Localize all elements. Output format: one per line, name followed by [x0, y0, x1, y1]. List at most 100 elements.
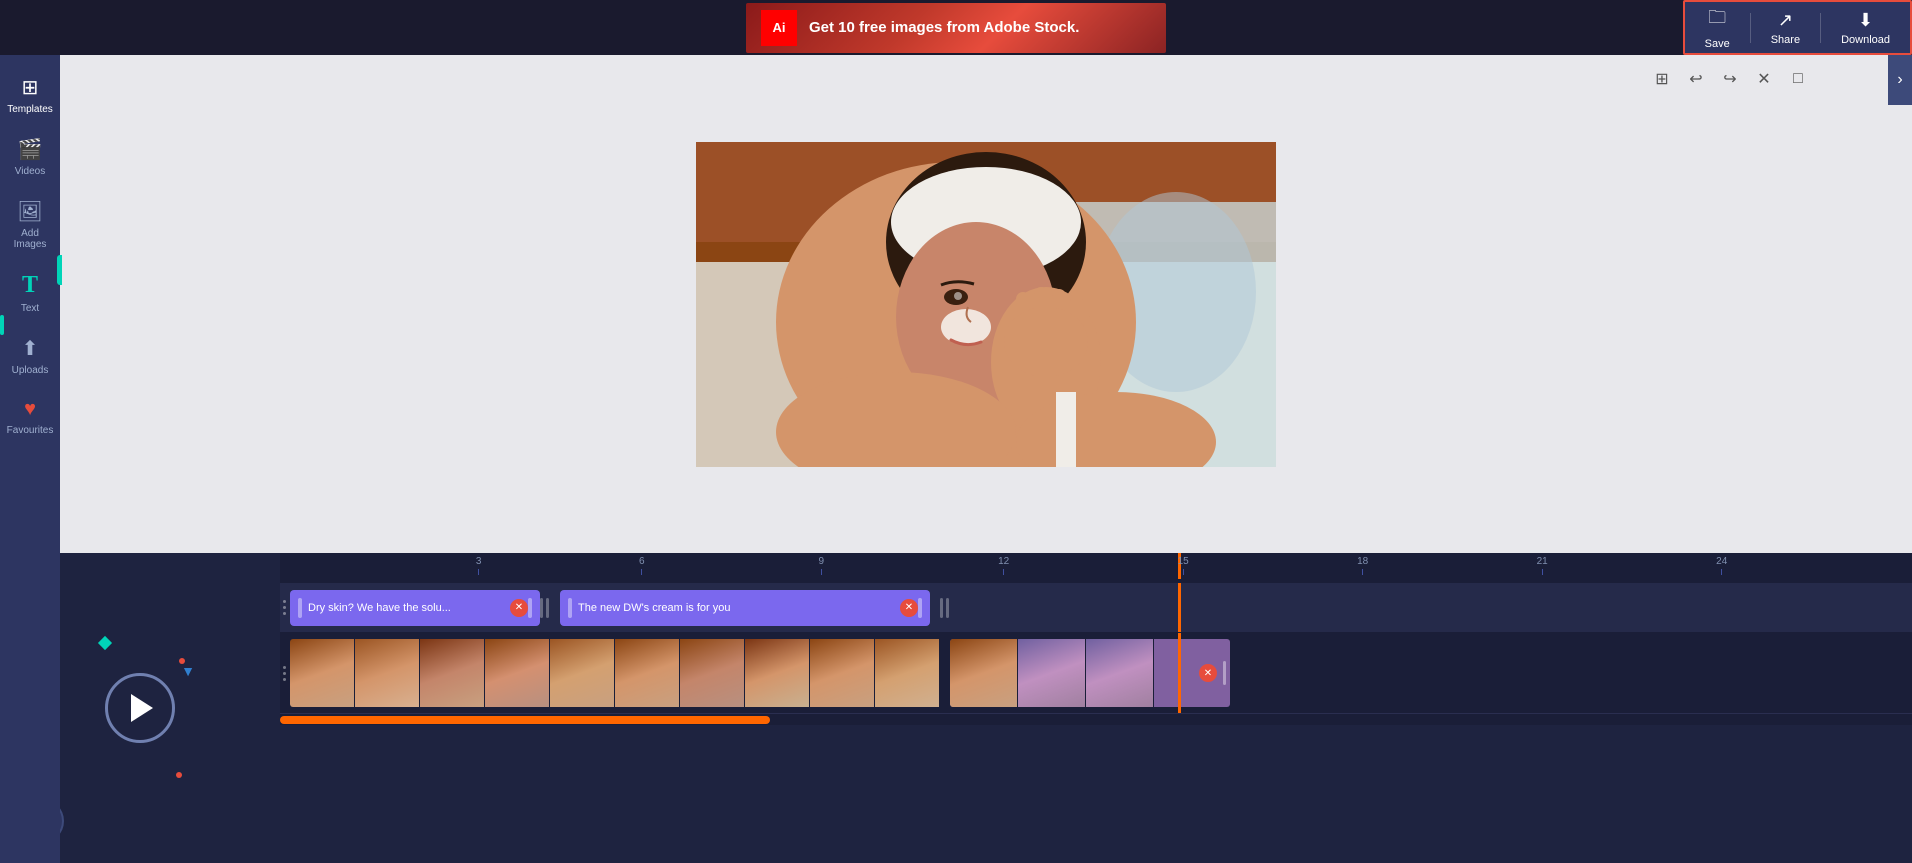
play-button[interactable]: [105, 673, 175, 743]
left-sidebar: ⊞ Templates 🎬 Videos 🖼 Add Images T Text…: [0, 55, 60, 863]
clip-1-left-handle[interactable]: [298, 598, 302, 618]
gap-handles: [540, 598, 549, 618]
close-tool[interactable]: ✕: [1750, 65, 1778, 93]
ruler-marks: 3 6 9 12 15: [280, 553, 1912, 579]
video-track-handle[interactable]: [280, 633, 288, 713]
download-icon: ⬇: [1858, 10, 1873, 31]
track-left-handle[interactable]: [280, 583, 288, 632]
audio-progress-fill: [280, 716, 770, 724]
active-indicator: [0, 315, 4, 335]
share-button[interactable]: ↗ Share: [1751, 4, 1820, 52]
text-track-playhead: [1178, 583, 1181, 632]
text-track: Dry skin? We have the solu... ✕ The new …: [280, 583, 1912, 633]
audio-progress-bar: [280, 713, 1912, 725]
favourites-label: Favourites: [7, 425, 54, 436]
sidebar-item-text[interactable]: T Text: [2, 262, 58, 324]
grid-tool[interactable]: ⊞: [1648, 65, 1676, 93]
video-track: ✕: [280, 633, 1912, 713]
video-thumb-12: [1018, 639, 1086, 707]
clip-2-right-handle[interactable]: [918, 598, 922, 618]
red-dot-bottom: [176, 772, 182, 778]
text-clip-2[interactable]: The new DW's cream is for you ✕: [560, 590, 930, 626]
expand-tool[interactable]: □: [1784, 65, 1812, 93]
ad-bar: Ai Get 10 free images from Adobe Stock.: [0, 0, 1912, 55]
save-label: Save: [1705, 38, 1730, 50]
uploads-icon: ⬆: [22, 336, 39, 361]
video-thumb-1: [290, 639, 355, 707]
video-thumb-7: [680, 639, 745, 707]
redo-tool[interactable]: ↪: [1716, 65, 1744, 93]
video-strip-1[interactable]: [290, 639, 945, 707]
top-right-buttons: 🗀 Save ↗ Share ⬇ Download: [1683, 0, 1912, 55]
ruler-mark-18: 18: [1357, 556, 1368, 575]
templates-icon: ⊞: [22, 75, 39, 100]
video-thumb-3: [420, 639, 485, 707]
uploads-label: Uploads: [12, 365, 49, 376]
video-clip-2-close-button[interactable]: ✕: [1199, 664, 1217, 682]
add-images-icon: 🖼: [17, 199, 42, 224]
preview-content: [696, 142, 1276, 467]
sidebar-item-add-images[interactable]: 🖼 Add Images: [2, 189, 58, 260]
video-thumb-9: [810, 639, 875, 707]
main-canvas-area: ⊞ ↩ ↪ ✕ □: [60, 55, 1912, 553]
timeline-tracks: Dry skin? We have the solu... ✕ The new …: [280, 583, 1912, 863]
arrow-down-indicator: ▼: [181, 663, 195, 679]
text-label: Text: [21, 303, 39, 314]
ruler-mark-12: 12: [998, 556, 1009, 575]
save-button[interactable]: 🗀 Save: [1685, 0, 1750, 56]
video-thumb-13: [1086, 639, 1154, 707]
timeline-right: 3 6 9 12 15: [280, 553, 1912, 863]
video-thumb-4: [485, 639, 550, 707]
video-strip-2[interactable]: ✕: [950, 639, 1230, 707]
play-icon: [131, 694, 153, 722]
panel-expand-button[interactable]: ›: [1888, 55, 1912, 105]
adobe-logo-text: Ai: [773, 20, 786, 35]
sidebar-item-templates[interactable]: ⊞ Templates: [2, 65, 58, 125]
favourites-icon: ♥: [24, 398, 36, 421]
ruler-mark-6: 6: [639, 556, 645, 575]
ad-banner[interactable]: Ai Get 10 free images from Adobe Stock.: [746, 3, 1166, 53]
canvas-toolbar: ⊞ ↩ ↪ ✕ □: [1648, 65, 1812, 93]
sidebar-item-favourites[interactable]: ♥ Favourites: [2, 388, 58, 446]
preview-image: [696, 142, 1276, 467]
sidebar-item-uploads[interactable]: ⬆ Uploads: [2, 326, 58, 386]
save-icon: 🗀: [1708, 5, 1726, 35]
ruler-mark-3: 3: [476, 556, 482, 575]
ruler-mark-9: 9: [819, 556, 825, 575]
text-clip-1-content: Dry skin? We have the solu...: [308, 602, 498, 614]
timeline-area: ▼ 💬 3 6: [0, 553, 1912, 863]
video-thumb-10: [875, 639, 940, 707]
video-thumb-2: [355, 639, 420, 707]
clip-2-left-handle[interactable]: [568, 598, 572, 618]
templates-label: Templates: [7, 104, 53, 115]
clip-1-close-button[interactable]: ✕: [510, 599, 528, 617]
ruler-mark-15: 15: [1178, 556, 1189, 575]
text-clip-1[interactable]: Dry skin? We have the solu... ✕: [290, 590, 540, 626]
ad-text: Get 10 free images from Adobe Stock.: [809, 19, 1079, 36]
video-thumb-8: [745, 639, 810, 707]
video-clip-2-right-handle[interactable]: [1223, 661, 1226, 685]
share-label: Share: [1771, 34, 1800, 46]
sidebar-item-videos[interactable]: 🎬 Videos: [2, 127, 58, 187]
text-clip-2-content: The new DW's cream is for you: [578, 602, 888, 614]
add-images-label: Add Images: [6, 228, 54, 250]
videos-icon: 🎬: [18, 137, 43, 162]
sidebar-expand-indicator: [57, 255, 62, 285]
video-thumb-11: [950, 639, 1018, 707]
download-label: Download: [1841, 34, 1890, 46]
timeline-ruler: 3 6 9 12 15: [280, 553, 1912, 583]
share-icon: ↗: [1778, 10, 1793, 31]
clip-2-close-button[interactable]: ✕: [900, 599, 918, 617]
download-button[interactable]: ⬇ Download: [1821, 4, 1910, 52]
clip-1-right-handle[interactable]: [528, 598, 532, 618]
text-icon: T: [22, 272, 38, 299]
video-thumb-6: [615, 639, 680, 707]
undo-tool[interactable]: ↩: [1682, 65, 1710, 93]
ruler-mark-21: 21: [1537, 556, 1548, 575]
video-track-playhead: [1178, 633, 1181, 713]
adobe-logo: Ai: [761, 10, 797, 46]
post-clip-handles: [940, 598, 949, 618]
video-thumb-5: [550, 639, 615, 707]
video-preview: [696, 142, 1276, 467]
videos-label: Videos: [15, 166, 45, 177]
